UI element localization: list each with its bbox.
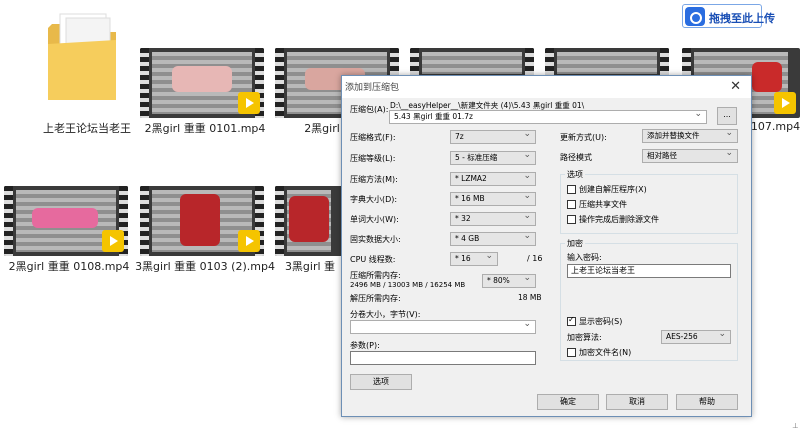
video-thumbnail: [410, 48, 534, 78]
video-thumbnail: [140, 186, 264, 256]
split-size-select[interactable]: [350, 320, 536, 334]
player-badge-icon: [102, 230, 124, 252]
memory-percent-select[interactable]: * 80%: [482, 274, 536, 288]
add-to-archive-dialog: 添加到压缩包 ✕ 压缩包(A): D:\__easyHelper__\新建文件夹…: [341, 75, 752, 417]
video-thumbnail: [4, 186, 128, 256]
archive-name-input[interactable]: 5.43 黑girl 重重 01.7z: [389, 110, 707, 124]
player-badge-icon: [238, 230, 260, 252]
encryption-group: 加密 输入密码: 上老王论坛当老王 显示密码(S) 加密算法: AES-256 …: [560, 238, 738, 361]
video-thumbnail: [545, 48, 669, 78]
video-item[interactable]: 3黑girl 重重 0103 (2).mp4: [135, 186, 275, 273]
close-icon[interactable]: ✕: [730, 79, 741, 94]
video-item[interactable]: 2黑girl 重重 0108.mp4: [4, 186, 134, 273]
method-select[interactable]: * LZMA2: [450, 172, 536, 186]
shared-files-checkbox[interactable]: [567, 200, 576, 209]
options-button[interactable]: 选项: [350, 374, 412, 390]
folder-icon: [48, 13, 116, 100]
password-input[interactable]: 上老王论坛当老王: [567, 264, 731, 278]
video-item[interactable]: [545, 48, 675, 78]
upload-drag-button[interactable]: 拖拽至此上传: [682, 4, 775, 28]
show-password-checkbox[interactable]: [567, 315, 576, 326]
video-item[interactable]: [410, 48, 540, 78]
memory-usage: 2496 MB / 13003 MB / 16254 MB: [350, 281, 466, 289]
level-select[interactable]: 5 - 标准压缩: [450, 151, 536, 165]
help-button[interactable]: 帮助: [676, 394, 738, 410]
resize-grip-icon: ⟂: [792, 421, 798, 430]
delete-after-checkbox[interactable]: [567, 215, 576, 224]
sfx-checkbox[interactable]: [567, 185, 576, 194]
word-size-select[interactable]: * 32: [450, 212, 536, 226]
encrypt-names-checkbox[interactable]: [567, 348, 576, 357]
upload-cloud-icon: [685, 7, 705, 26]
ok-button[interactable]: 确定: [537, 394, 599, 410]
solid-size-select[interactable]: * 4 GB: [450, 232, 536, 246]
dialog-title: 添加到压缩包: [345, 80, 400, 93]
browse-button[interactable]: ...: [717, 107, 737, 125]
path-mode-select[interactable]: 相对路径: [642, 149, 738, 163]
encryption-method-select[interactable]: AES-256: [661, 330, 731, 344]
player-badge-icon: [774, 92, 796, 114]
video-item[interactable]: 2黑girl 重重 0101.mp4: [140, 48, 270, 135]
update-mode-select[interactable]: 添加并替换文件: [642, 129, 738, 143]
cancel-button[interactable]: 取消: [606, 394, 668, 410]
options-group: 选项 创建自解压程序(X) 压缩共享文件 操作完成后删除源文件: [560, 169, 738, 234]
player-badge-icon: [238, 92, 260, 114]
folder-item[interactable]: 上老王论坛当老王: [22, 10, 152, 135]
video-thumbnail: [275, 186, 343, 256]
params-input[interactable]: [350, 351, 536, 365]
video-thumbnail: [140, 48, 264, 118]
dialog-titlebar: 添加到压缩包 ✕: [342, 76, 751, 98]
cpu-threads-select[interactable]: * 16: [450, 252, 498, 266]
dictionary-select[interactable]: * 16 MB: [450, 192, 536, 206]
format-select[interactable]: 7z: [450, 130, 536, 144]
